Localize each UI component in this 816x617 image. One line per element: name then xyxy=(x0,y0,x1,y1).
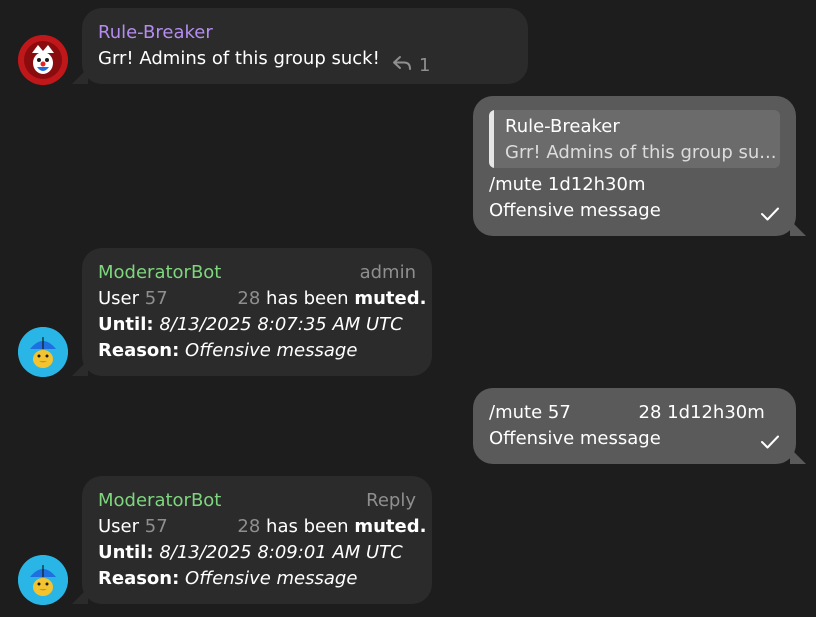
avatar-moderatorbot[interactable] xyxy=(18,555,68,605)
reply-action[interactable]: Reply xyxy=(366,488,416,514)
muted-word: muted. xyxy=(354,516,427,537)
quote-text: Grr! Admins of this group su... xyxy=(505,142,777,163)
until-value: 8/13/2025 8:09:01 AM UTC xyxy=(159,542,403,563)
until-line: Until: 8/13/2025 8:07:35 AM UTC xyxy=(98,312,403,338)
command-part-1: /mute 57 xyxy=(489,402,571,423)
reply-arrow-icon[interactable] xyxy=(392,54,412,76)
check-icon xyxy=(760,206,780,226)
message-text-line-1: /mute 57 28 1d12h30m xyxy=(489,400,765,426)
command-part-2: 28 1d12h30m xyxy=(638,402,765,423)
message-text-line-2: Offensive message xyxy=(489,428,661,449)
sender-name[interactable]: ModeratorBot xyxy=(98,260,221,286)
user-label: User xyxy=(98,516,140,537)
muted-prefix: has been xyxy=(266,288,349,309)
message-text-line-1: /mute 1d12h30m xyxy=(489,174,646,195)
message-text: Grr! Admins of this group suck! xyxy=(98,48,380,69)
until-value: 8/13/2025 8:07:35 AM UTC xyxy=(159,314,403,335)
reason-line: Reason: Offensive message xyxy=(98,338,357,364)
user-id-part-1[interactable]: 57 xyxy=(145,288,168,309)
muted-word: muted. xyxy=(354,288,427,309)
muted-line: User 57 28 has been muted. xyxy=(98,514,426,540)
sender-name[interactable]: Rule-Breaker xyxy=(98,20,213,46)
check-icon xyxy=(760,434,780,454)
avatar-moderatorbot[interactable] xyxy=(18,327,68,377)
reason-value: Offensive message xyxy=(185,340,358,361)
until-label: Until: xyxy=(98,314,154,335)
user-id-part-2[interactable]: 28 xyxy=(237,288,260,309)
muted-prefix: has been xyxy=(266,516,349,537)
duck-umbrella-avatar-icon xyxy=(18,555,68,605)
reason-label: Reason: xyxy=(98,568,180,589)
reason-line: Reason: Offensive message xyxy=(98,566,357,592)
message-text-line-2: Offensive message xyxy=(489,200,661,221)
clown-avatar-icon xyxy=(18,35,68,85)
user-id-part-1[interactable]: 57 xyxy=(145,516,168,537)
admin-badge: admin xyxy=(359,262,416,283)
message-bubble-rule-breaker[interactable]: Rule-Breaker Grr! Admins of this group s… xyxy=(82,8,528,84)
reply-count[interactable]: 1 xyxy=(419,53,430,79)
user-label: User xyxy=(98,288,140,309)
message-bubble-moderatorbot-1[interactable]: ModeratorBot admin User 57 28 has been m… xyxy=(82,248,432,376)
reply-quote[interactable]: Rule-Breaker Grr! Admins of this group s… xyxy=(489,110,780,168)
message-bubble-outgoing-mute-2[interactable]: /mute 57 28 1d12h30m Offensive message xyxy=(473,388,796,464)
sender-name[interactable]: ModeratorBot xyxy=(98,488,221,514)
duck-umbrella-avatar-icon xyxy=(18,327,68,377)
message-bubble-outgoing-mute[interactable]: Rule-Breaker Grr! Admins of this group s… xyxy=(473,96,796,236)
until-line: Until: 8/13/2025 8:09:01 AM UTC xyxy=(98,540,403,566)
reason-value: Offensive message xyxy=(185,568,358,589)
muted-line: User 57 28 has been muted. xyxy=(98,286,426,312)
quote-bar xyxy=(489,110,494,168)
quote-sender: Rule-Breaker xyxy=(505,116,620,137)
avatar-rule-breaker[interactable] xyxy=(18,35,68,85)
user-id-part-2[interactable]: 28 xyxy=(237,516,260,537)
reason-label: Reason: xyxy=(98,340,180,361)
until-label: Until: xyxy=(98,542,154,563)
message-bubble-moderatorbot-2[interactable]: ModeratorBot Reply User 57 28 has been m… xyxy=(82,476,432,604)
